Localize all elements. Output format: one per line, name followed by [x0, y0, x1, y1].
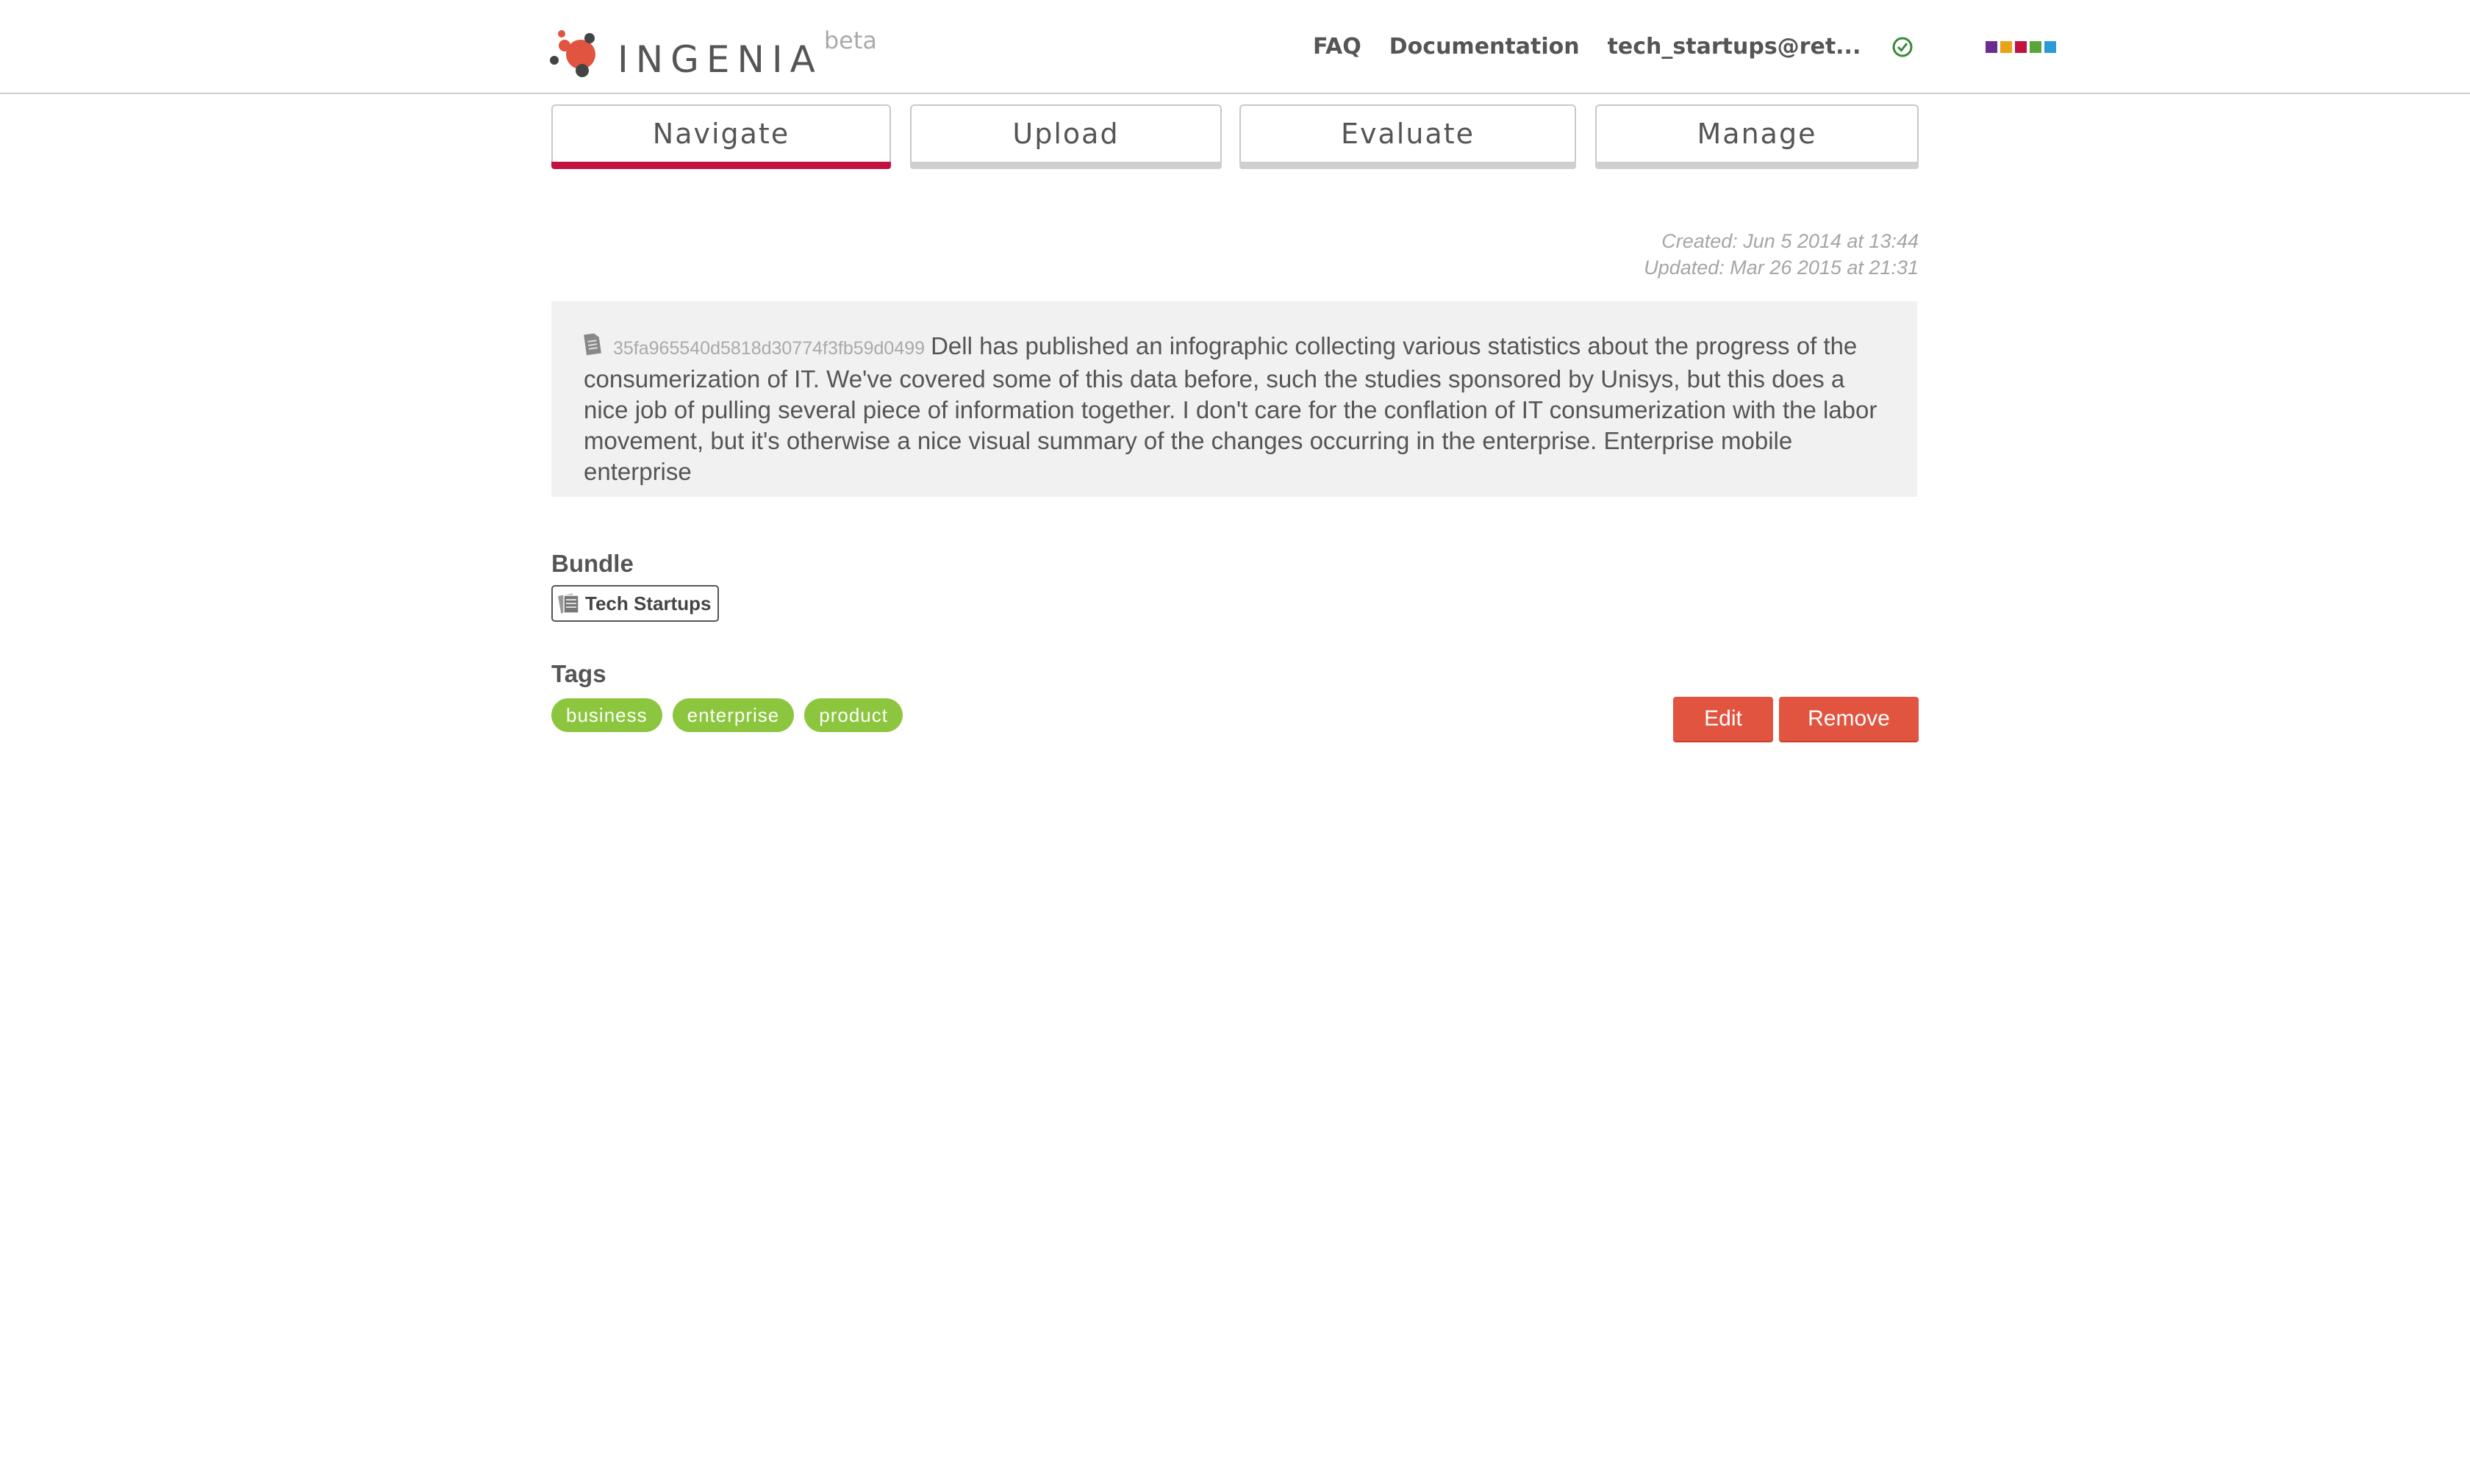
item-meta: Created: Jun 5 2014 at 13:44 Updated: Ma…	[1644, 228, 1919, 281]
bundle-name: Tech Startups	[585, 592, 712, 614]
bundle-heading: Bundle	[551, 550, 634, 577]
document-icon	[584, 333, 601, 356]
nav-documentation-link[interactable]: Documentation	[1389, 34, 1580, 60]
tab-upload[interactable]: Upload	[910, 104, 1222, 169]
logo-text: INGENIA	[618, 38, 823, 81]
created-date: Created: Jun 5 2014 at 13:44	[1661, 230, 1919, 252]
updated-date: Updated: Mar 26 2015 at 21:31	[1644, 257, 1919, 279]
check-circle-icon[interactable]	[1891, 36, 1914, 58]
remove-button[interactable]: Remove	[1779, 697, 1919, 741]
nav-user-account-link[interactable]: tech_startups@ret...	[1608, 34, 1861, 60]
logo-beta-label: beta	[823, 26, 877, 54]
tab-navigate[interactable]: Navigate	[551, 104, 891, 169]
top-bar: INGENIA beta FAQ Documentation tech_star…	[0, 0, 2470, 94]
tag-enterprise[interactable]: enterprise	[672, 698, 795, 732]
tag-business[interactable]: business	[551, 698, 662, 732]
top-nav: FAQ Documentation tech_startups@ret...	[1313, 34, 2057, 60]
bundle-icon	[558, 593, 579, 614]
tags-heading: Tags	[551, 660, 606, 687]
tag-product[interactable]: product	[804, 698, 903, 732]
logo-molecule-icon	[550, 30, 595, 77]
color-palette-icon[interactable]	[1986, 40, 2057, 53]
edit-button[interactable]: Edit	[1673, 697, 1773, 741]
bundle-chip[interactable]: Tech Startups	[551, 585, 719, 622]
tab-manage[interactable]: Manage	[1595, 104, 1919, 169]
item-description: 35fa965540d5818d30774f3fb59d0499 Dell has…	[551, 301, 1917, 497]
tag-list: business enterprise product	[551, 698, 903, 732]
ingenia-logo[interactable]: INGENIA beta	[548, 25, 877, 81]
main-tabs: Navigate Upload Evaluate Manage	[551, 104, 1919, 169]
item-hash: 35fa965540d5818d30774f3fb59d0499	[613, 338, 926, 359]
tab-evaluate[interactable]: Evaluate	[1239, 104, 1576, 169]
nav-faq-link[interactable]: FAQ	[1313, 34, 1361, 60]
